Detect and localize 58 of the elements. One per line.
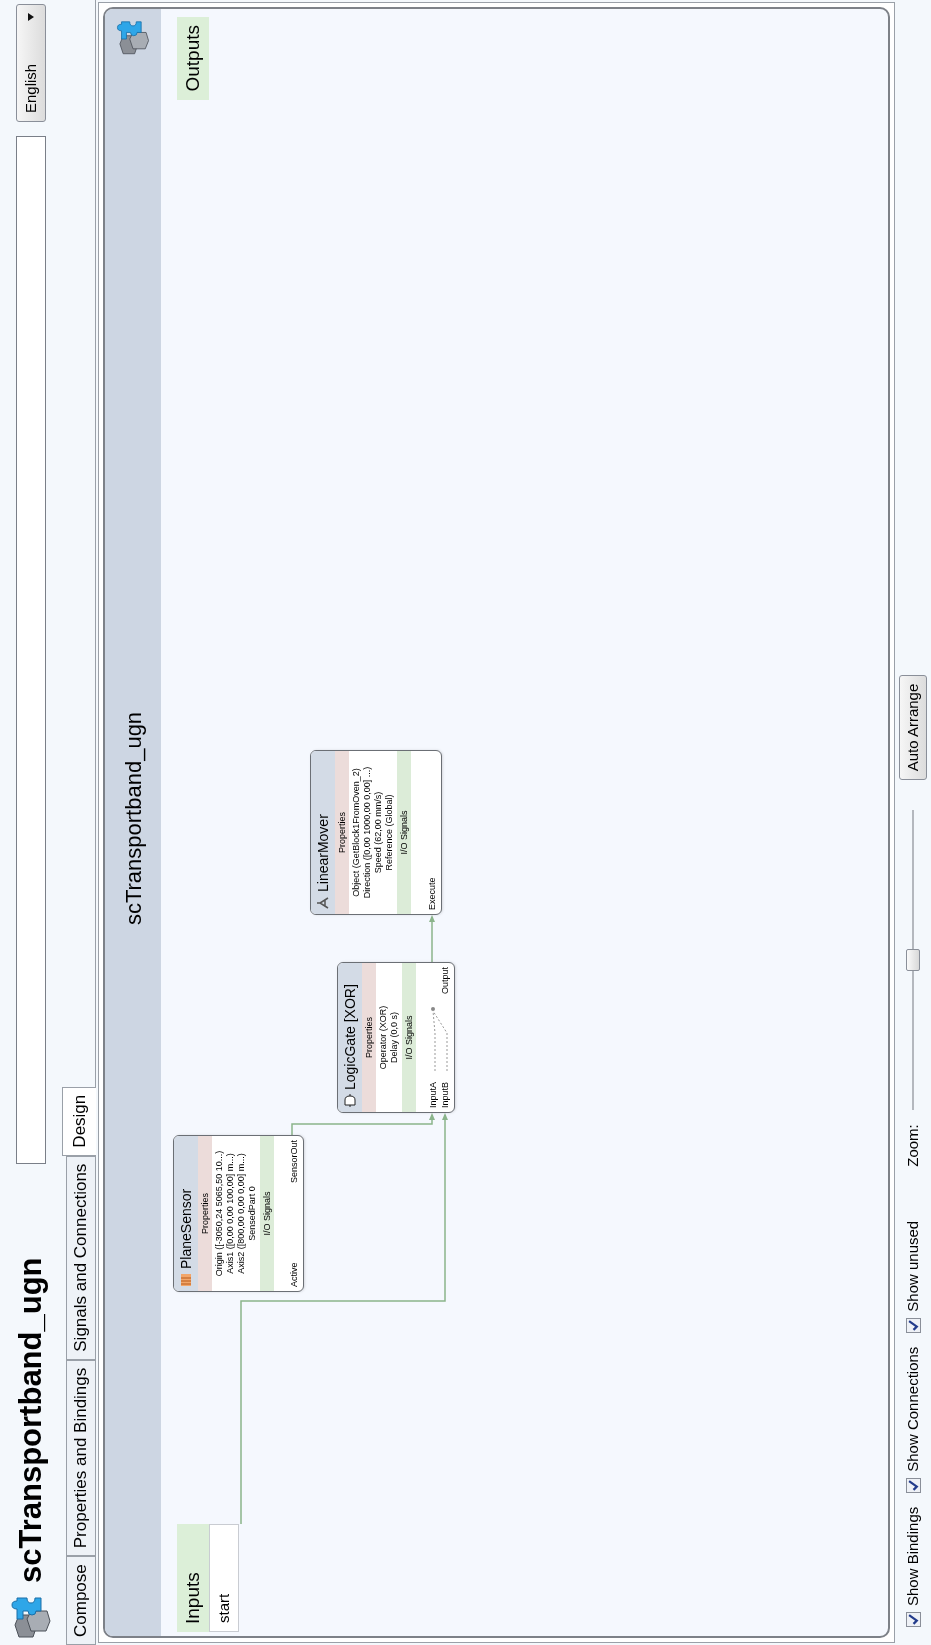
checkbox-label: Show Bindings bbox=[902, 1506, 922, 1606]
properties-band: Properties bbox=[198, 1136, 212, 1291]
node-card[interactable]: LogicGate [XOR] Properties Operator (XOR) Delay (0,0 s) I/O Signals InputA InputB Output bbox=[337, 962, 455, 1113]
node-card[interactable]: LinearMover Properties Object (GetBlock1FromOven_2) Direction ([0,00 1000,00 0,00] ...) Speed (62,00 mm/s) Reference (Global) I/O Signals Execute bbox=[310, 750, 442, 915]
tab[interactable]: Signals and Connections bbox=[66, 1155, 95, 1360]
signal-input[interactable]: Active bbox=[288, 1262, 300, 1287]
tab[interactable]: Design bbox=[62, 1086, 96, 1156]
property-text: Axis1 ([0,00 0,00 100,00] m...) bbox=[225, 1153, 236, 1274]
tab[interactable]: Properties and Bindings bbox=[66, 1359, 95, 1557]
connector-line bbox=[429, 915, 435, 963]
zoom-slider[interactable] bbox=[906, 810, 920, 1111]
checkbox-label: Show unused bbox=[902, 1220, 922, 1312]
puzzle-icon bbox=[11, 1597, 51, 1641]
zoom-label: Zoom: bbox=[902, 1124, 922, 1167]
property-text: Origin ([-3050,24 5065,50 10...) bbox=[214, 1150, 225, 1277]
signals-band: I/O Signals bbox=[402, 963, 416, 1112]
input-port[interactable]: start bbox=[209, 1524, 239, 1632]
property-text: Speed (62,00 mm/s) bbox=[373, 791, 384, 874]
node-title: LogicGate [XOR] bbox=[340, 984, 359, 1090]
node-card[interactable]: PlaneSensor Properties Origin ([-3050,24 5065,50 10...) Axis1 ([0,00 0,00 100,00] m...) Axis2 ([800,00 0,00 0,00] m...) SensedPart 0 I/O Signals Active SensorOut bbox=[173, 1135, 304, 1292]
logic-gate-icon bbox=[343, 1094, 357, 1108]
diagram-title: scTransportband_ugn bbox=[119, 711, 147, 926]
property-text: Delay (0,0 s) bbox=[389, 1012, 400, 1063]
properties-band: Properties bbox=[335, 751, 349, 914]
property-text: SensedPart 0 bbox=[247, 1186, 258, 1241]
signals-band: I/O Signals bbox=[397, 751, 411, 914]
search-field[interactable] bbox=[16, 136, 46, 1164]
caret-icon bbox=[27, 13, 35, 21]
outputs-label: Outputs bbox=[177, 17, 209, 100]
node-title: LinearMover bbox=[313, 814, 332, 892]
sensor-icon bbox=[179, 1273, 193, 1287]
signals-band: I/O Signals bbox=[260, 1136, 274, 1291]
language-dropdown[interactable]: English bbox=[16, 4, 46, 122]
tab[interactable]: Compose bbox=[66, 1556, 95, 1645]
signal-input[interactable]: InputA bbox=[427, 1081, 439, 1108]
puzzle-icon bbox=[116, 21, 150, 57]
window-title: scTransportband_ugn bbox=[11, 1257, 49, 1583]
checkbox[interactable] bbox=[905, 1612, 921, 1627]
property-text: Operator (XOR) bbox=[378, 1005, 389, 1070]
property-text: Axis2 ([800,00 0,00 0,00] m...) bbox=[236, 1153, 247, 1274]
checkbox[interactable] bbox=[905, 1317, 921, 1333]
signal-input[interactable]: Execute bbox=[426, 877, 438, 910]
signal-input[interactable]: InputB bbox=[439, 1081, 451, 1108]
node-title: PlaneSensor bbox=[176, 1188, 195, 1269]
auto-arrange-button[interactable]: Auto Arrange bbox=[899, 674, 927, 781]
checkbox-label: Show Connections bbox=[902, 1346, 922, 1472]
check-icon bbox=[907, 1479, 919, 1491]
properties-band: Properties bbox=[362, 963, 376, 1112]
property-text: Direction ([0,00 1000,00 0,00] ...) bbox=[362, 766, 373, 899]
check-icon bbox=[907, 1319, 919, 1331]
property-text: Object (GetBlock1FromOven_2) bbox=[351, 768, 362, 897]
check-icon bbox=[907, 1614, 919, 1625]
checkbox[interactable] bbox=[905, 1477, 921, 1493]
inputs-label: Inputs bbox=[177, 1524, 209, 1632]
property-text: Reference (Global) bbox=[384, 794, 395, 871]
signal-output[interactable]: Output bbox=[439, 967, 451, 995]
slider-thumb[interactable] bbox=[906, 949, 920, 972]
signal-output[interactable]: SensorOut bbox=[288, 1140, 300, 1184]
